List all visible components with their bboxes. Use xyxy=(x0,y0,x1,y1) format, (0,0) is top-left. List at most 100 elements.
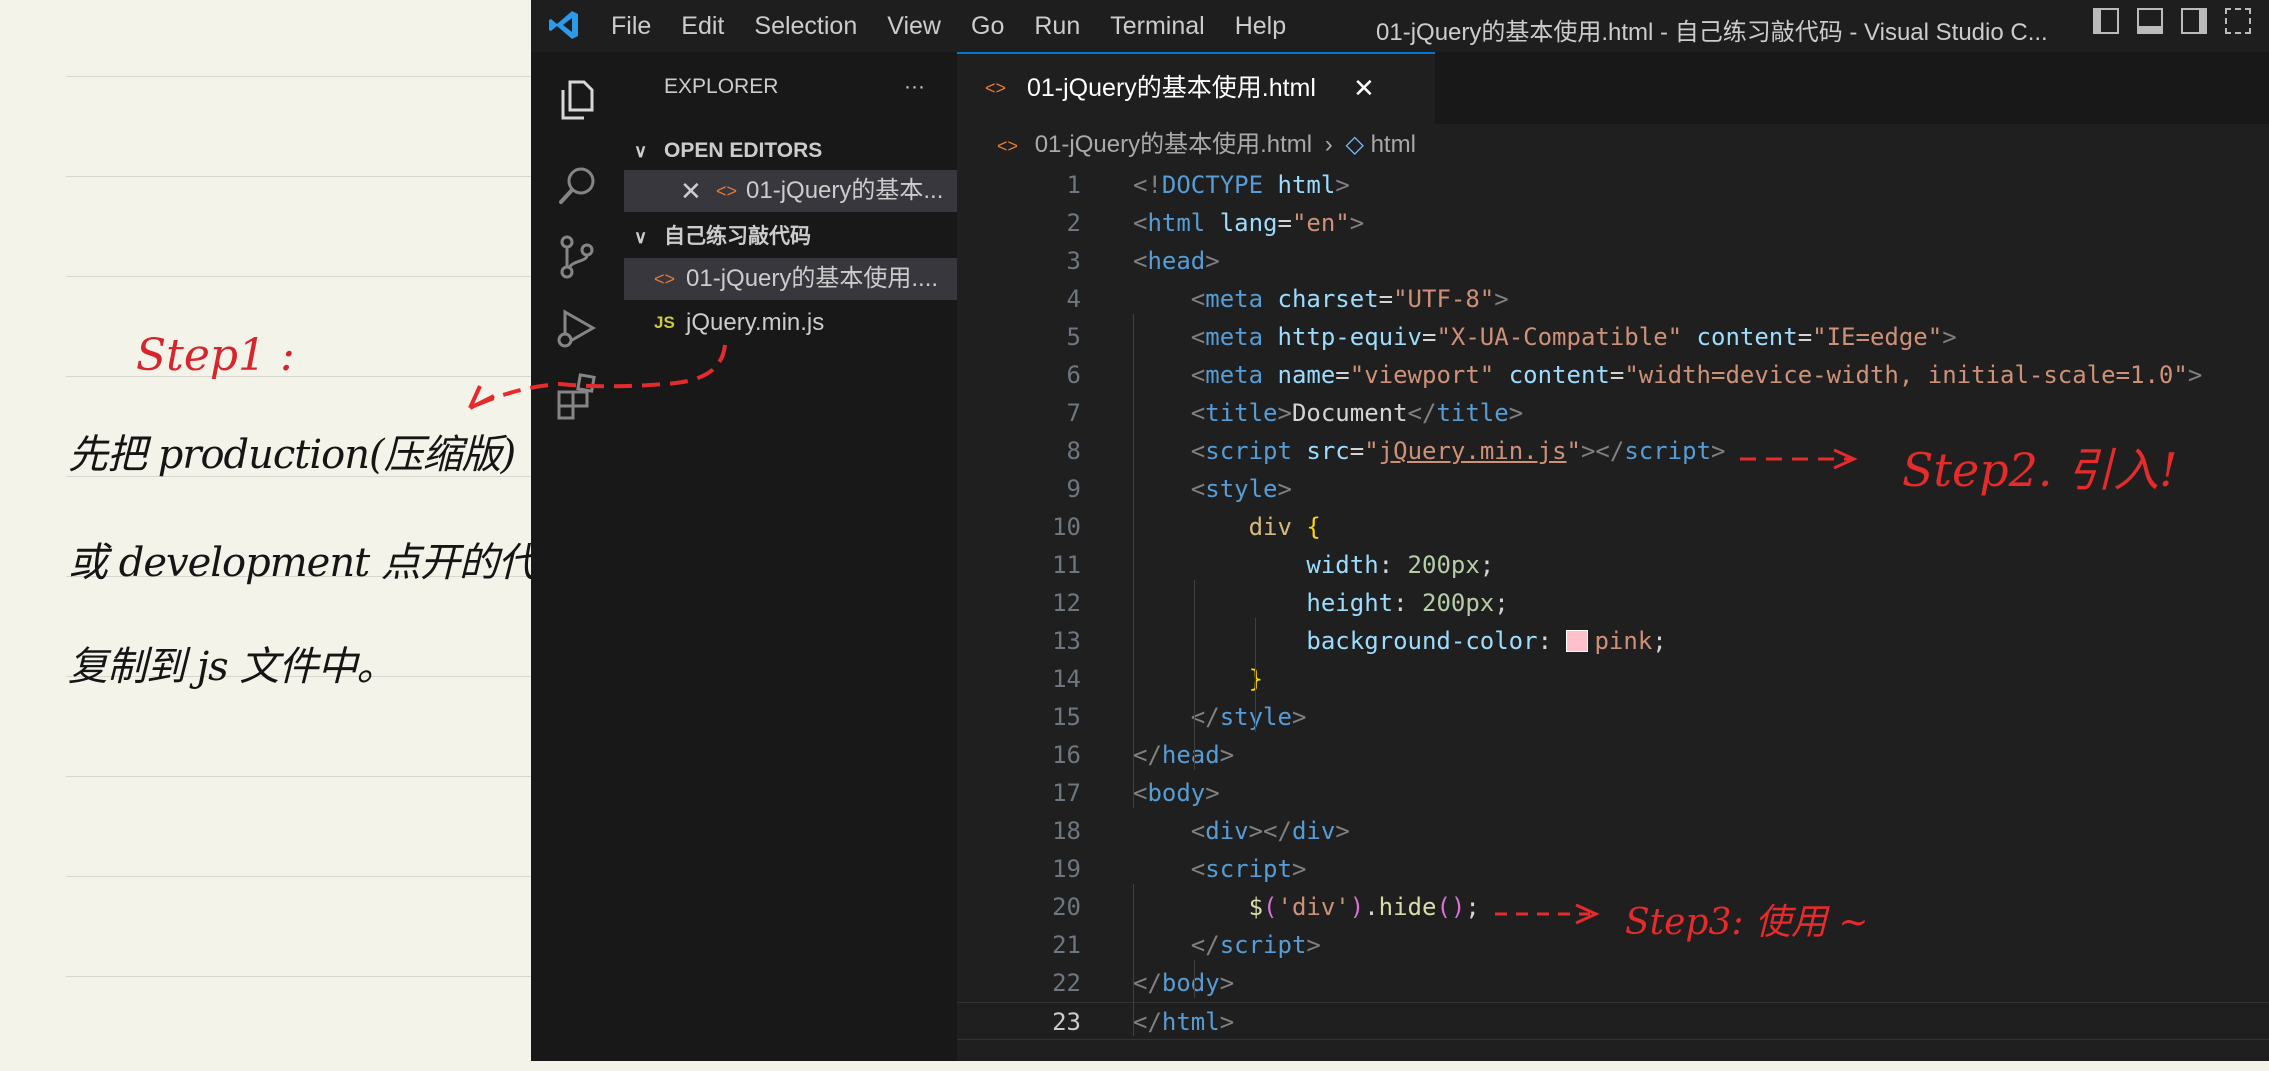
line-number: 23 xyxy=(1052,1008,1081,1036)
code-line[interactable]: 21 </script> xyxy=(957,926,2269,964)
code-text: div { xyxy=(1133,508,1321,546)
menu-edit[interactable]: Edit xyxy=(681,12,724,41)
code-line[interactable]: 13 background-color: pink; xyxy=(957,622,2269,660)
toggle-primary-sidebar-icon[interactable] xyxy=(2093,8,2119,34)
code-token: ; xyxy=(1652,627,1667,655)
ruled-line xyxy=(66,876,531,877)
indent-guide xyxy=(1133,314,1134,808)
line-number: 12 xyxy=(1052,589,1081,617)
code-token: < xyxy=(1133,247,1148,275)
color-swatch[interactable] xyxy=(1566,630,1589,652)
code-line[interactable]: 20 $('div').hide(); xyxy=(957,888,2269,926)
code-token: = xyxy=(1422,323,1437,351)
line-number: 11 xyxy=(1052,551,1081,579)
code-line[interactable]: 6 <meta name="viewport" content="width=d… xyxy=(957,356,2269,394)
ruled-line xyxy=(66,276,531,277)
code-text: <!DOCTYPE html> xyxy=(1133,166,1350,204)
code-token: content xyxy=(1508,361,1610,389)
code-token: jQuery.min.js xyxy=(1378,437,1567,465)
open-editors-section[interactable]: ∨ OPEN EDITORS xyxy=(624,130,957,172)
note-line-3: 复制到 js 文件中。 xyxy=(68,644,396,690)
code-token: > xyxy=(1291,855,1307,883)
file-item[interactable]: JS jQuery.min.js xyxy=(624,302,957,344)
code-line[interactable]: 10 div { xyxy=(957,508,2269,546)
code-token: height xyxy=(1306,589,1394,617)
code-line[interactable]: 22 </body> xyxy=(957,964,2269,1002)
menu-help[interactable]: Help xyxy=(1235,12,1286,41)
code-text: </head> xyxy=(1133,736,1234,774)
title-bar: File Edit Selection View Go Run Terminal… xyxy=(531,0,2269,52)
menu-go[interactable]: Go xyxy=(971,12,1004,41)
open-editor-item[interactable]: ✕ <> 01-jQuery的基本... xyxy=(624,170,957,212)
code-token: < xyxy=(1190,817,1206,845)
code-line[interactable]: 16 </head> xyxy=(957,736,2269,774)
file-item[interactable]: <> 01-jQuery的基本使用.... xyxy=(624,258,957,300)
run-and-debug-icon[interactable] xyxy=(553,304,601,352)
menu-run[interactable]: Run xyxy=(1034,12,1080,41)
toggle-secondary-sidebar-icon[interactable] xyxy=(2181,8,2207,34)
customize-layout-icon[interactable] xyxy=(2225,8,2251,34)
folder-section[interactable]: ∨ 自己练习敲代码 xyxy=(624,216,957,258)
code-token: > xyxy=(2187,361,2203,389)
code-line[interactable]: 17 <body> xyxy=(957,774,2269,812)
close-icon[interactable]: ✕ xyxy=(1353,54,1375,122)
menu-file[interactable]: File xyxy=(611,12,651,41)
code-token: < xyxy=(1190,323,1206,351)
open-editors-header: OPEN EDITORS xyxy=(664,139,823,162)
code-token: http-equiv xyxy=(1277,323,1423,351)
symbol-icon: ◇ xyxy=(1345,131,1364,158)
extensions-icon[interactable] xyxy=(553,372,601,420)
code-line[interactable]: 18 <div></div> xyxy=(957,812,2269,850)
code-token: script xyxy=(1205,437,1292,465)
menu-view[interactable]: View xyxy=(887,12,941,41)
search-icon[interactable] xyxy=(553,162,601,210)
code-token: < xyxy=(1190,285,1206,313)
code-line[interactable]: 4 <meta charset="UTF-8"> xyxy=(957,280,2269,318)
explorer-icon[interactable] xyxy=(553,76,601,124)
indent-guide xyxy=(1133,884,1134,1036)
code-token: head xyxy=(1161,741,1220,769)
code-line[interactable]: 19 <script> xyxy=(957,850,2269,888)
breadcrumb-symbol[interactable]: html xyxy=(1371,131,1416,158)
code-line[interactable]: 2 <html lang="en"> xyxy=(957,204,2269,242)
code-line[interactable]: 15 </style> xyxy=(957,698,2269,736)
code-token: > xyxy=(1335,171,1350,199)
code-token: "UTF-8" xyxy=(1393,285,1495,313)
code-token: </ xyxy=(1133,741,1162,769)
breadcrumb-file[interactable]: 01-jQuery的基本使用.html xyxy=(1035,131,1312,158)
menu-bar: File Edit Selection View Go Run Terminal… xyxy=(611,12,1316,41)
code-line[interactable]: 7 <title>Document</title> xyxy=(957,394,2269,432)
menu-terminal[interactable]: Terminal xyxy=(1110,12,1204,41)
code-line[interactable]: 12 height: 200px; xyxy=(957,584,2269,622)
code-line[interactable]: 14 } xyxy=(957,660,2269,698)
code-token: meta xyxy=(1205,323,1264,351)
source-control-icon[interactable] xyxy=(553,232,601,280)
code-token: : xyxy=(1393,589,1422,617)
more-actions-icon[interactable]: ··· xyxy=(904,66,925,108)
code-line[interactable]: 5 <meta http-equiv="X-UA-Compatible" con… xyxy=(957,318,2269,356)
code-text: <script src="jQuery.min.js"></script> xyxy=(1133,432,1726,470)
activity-bar xyxy=(531,52,624,1061)
toggle-panel-icon[interactable] xyxy=(2137,8,2163,34)
code-line[interactable]: 1 <!DOCTYPE html> xyxy=(957,166,2269,204)
menu-selection[interactable]: Selection xyxy=(754,12,857,41)
code-line[interactable]: 23 </html> xyxy=(957,1002,2269,1040)
code-token: > xyxy=(1219,1008,1235,1036)
code-line[interactable]: 3 <head> xyxy=(957,242,2269,280)
code-token: = xyxy=(1277,209,1292,237)
close-icon[interactable]: ✕ xyxy=(680,170,702,212)
tab-html-file[interactable]: <> 01-jQuery的基本使用.html ✕ xyxy=(957,52,1435,124)
code-token: width xyxy=(1306,551,1379,579)
code-token: > xyxy=(1349,209,1365,237)
code-line[interactable]: 11 width: 200px; xyxy=(957,546,2269,584)
code-token: name xyxy=(1277,361,1336,389)
code-text: </script> xyxy=(1133,926,1321,964)
